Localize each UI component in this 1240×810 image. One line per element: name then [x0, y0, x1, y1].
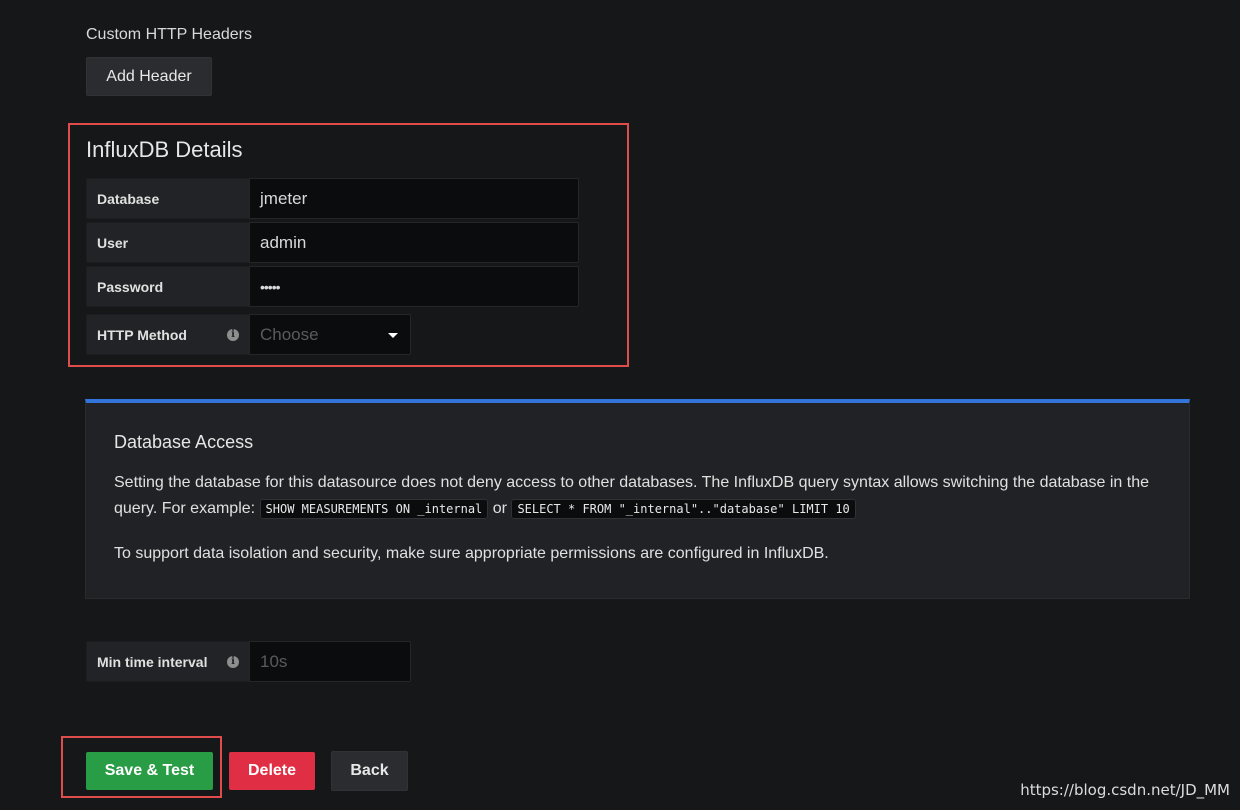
back-button[interactable]: Back: [331, 751, 408, 791]
custom-headers-label: Custom HTTP Headers: [86, 26, 252, 43]
database-value: jmeter: [260, 188, 308, 208]
http-method-placeholder: Choose: [260, 324, 319, 344]
min-interval-placeholder: 10s: [260, 651, 288, 671]
code-show-measurements: SHOW MEASUREMENTS ON _internal: [259, 499, 489, 519]
database-access-title: Database Access: [114, 432, 254, 452]
watermark: https://blog.csdn.net/JD_MM: [1020, 781, 1230, 799]
http-method-label-text: HTTP Method: [97, 326, 187, 343]
password-value: •••••: [260, 278, 280, 295]
code-select-query: SELECT * FROM "_internal".."database" LI…: [511, 499, 856, 519]
influxdb-details-title: InfluxDB Details: [86, 137, 243, 162]
database-label: Database: [86, 178, 250, 219]
info-icon[interactable]: i: [227, 328, 239, 341]
add-header-button[interactable]: Add Header: [86, 57, 212, 96]
database-access-security-note: To support data isolation and security, …: [114, 545, 829, 562]
password-label: Password: [86, 266, 250, 307]
save-test-button[interactable]: Save & Test: [86, 752, 213, 790]
min-interval-label-text: Min time interval: [97, 653, 208, 670]
min-interval-label: Min time interval i: [86, 641, 250, 682]
info-icon[interactable]: i: [227, 655, 239, 668]
password-input[interactable]: •••••: [249, 266, 579, 307]
delete-button[interactable]: Delete: [229, 752, 315, 790]
user-label: User: [86, 222, 250, 263]
min-interval-input[interactable]: 10s: [249, 641, 411, 682]
user-input[interactable]: admin: [249, 222, 579, 263]
caret-down-icon: [388, 332, 398, 338]
database-input[interactable]: jmeter: [249, 178, 579, 219]
access-or: or: [492, 500, 507, 517]
database-access-description: Setting the database for this datasource…: [114, 470, 1174, 522]
http-method-label: HTTP Method i: [86, 314, 250, 355]
user-value: admin: [260, 232, 307, 252]
http-method-select[interactable]: Choose: [249, 314, 411, 355]
